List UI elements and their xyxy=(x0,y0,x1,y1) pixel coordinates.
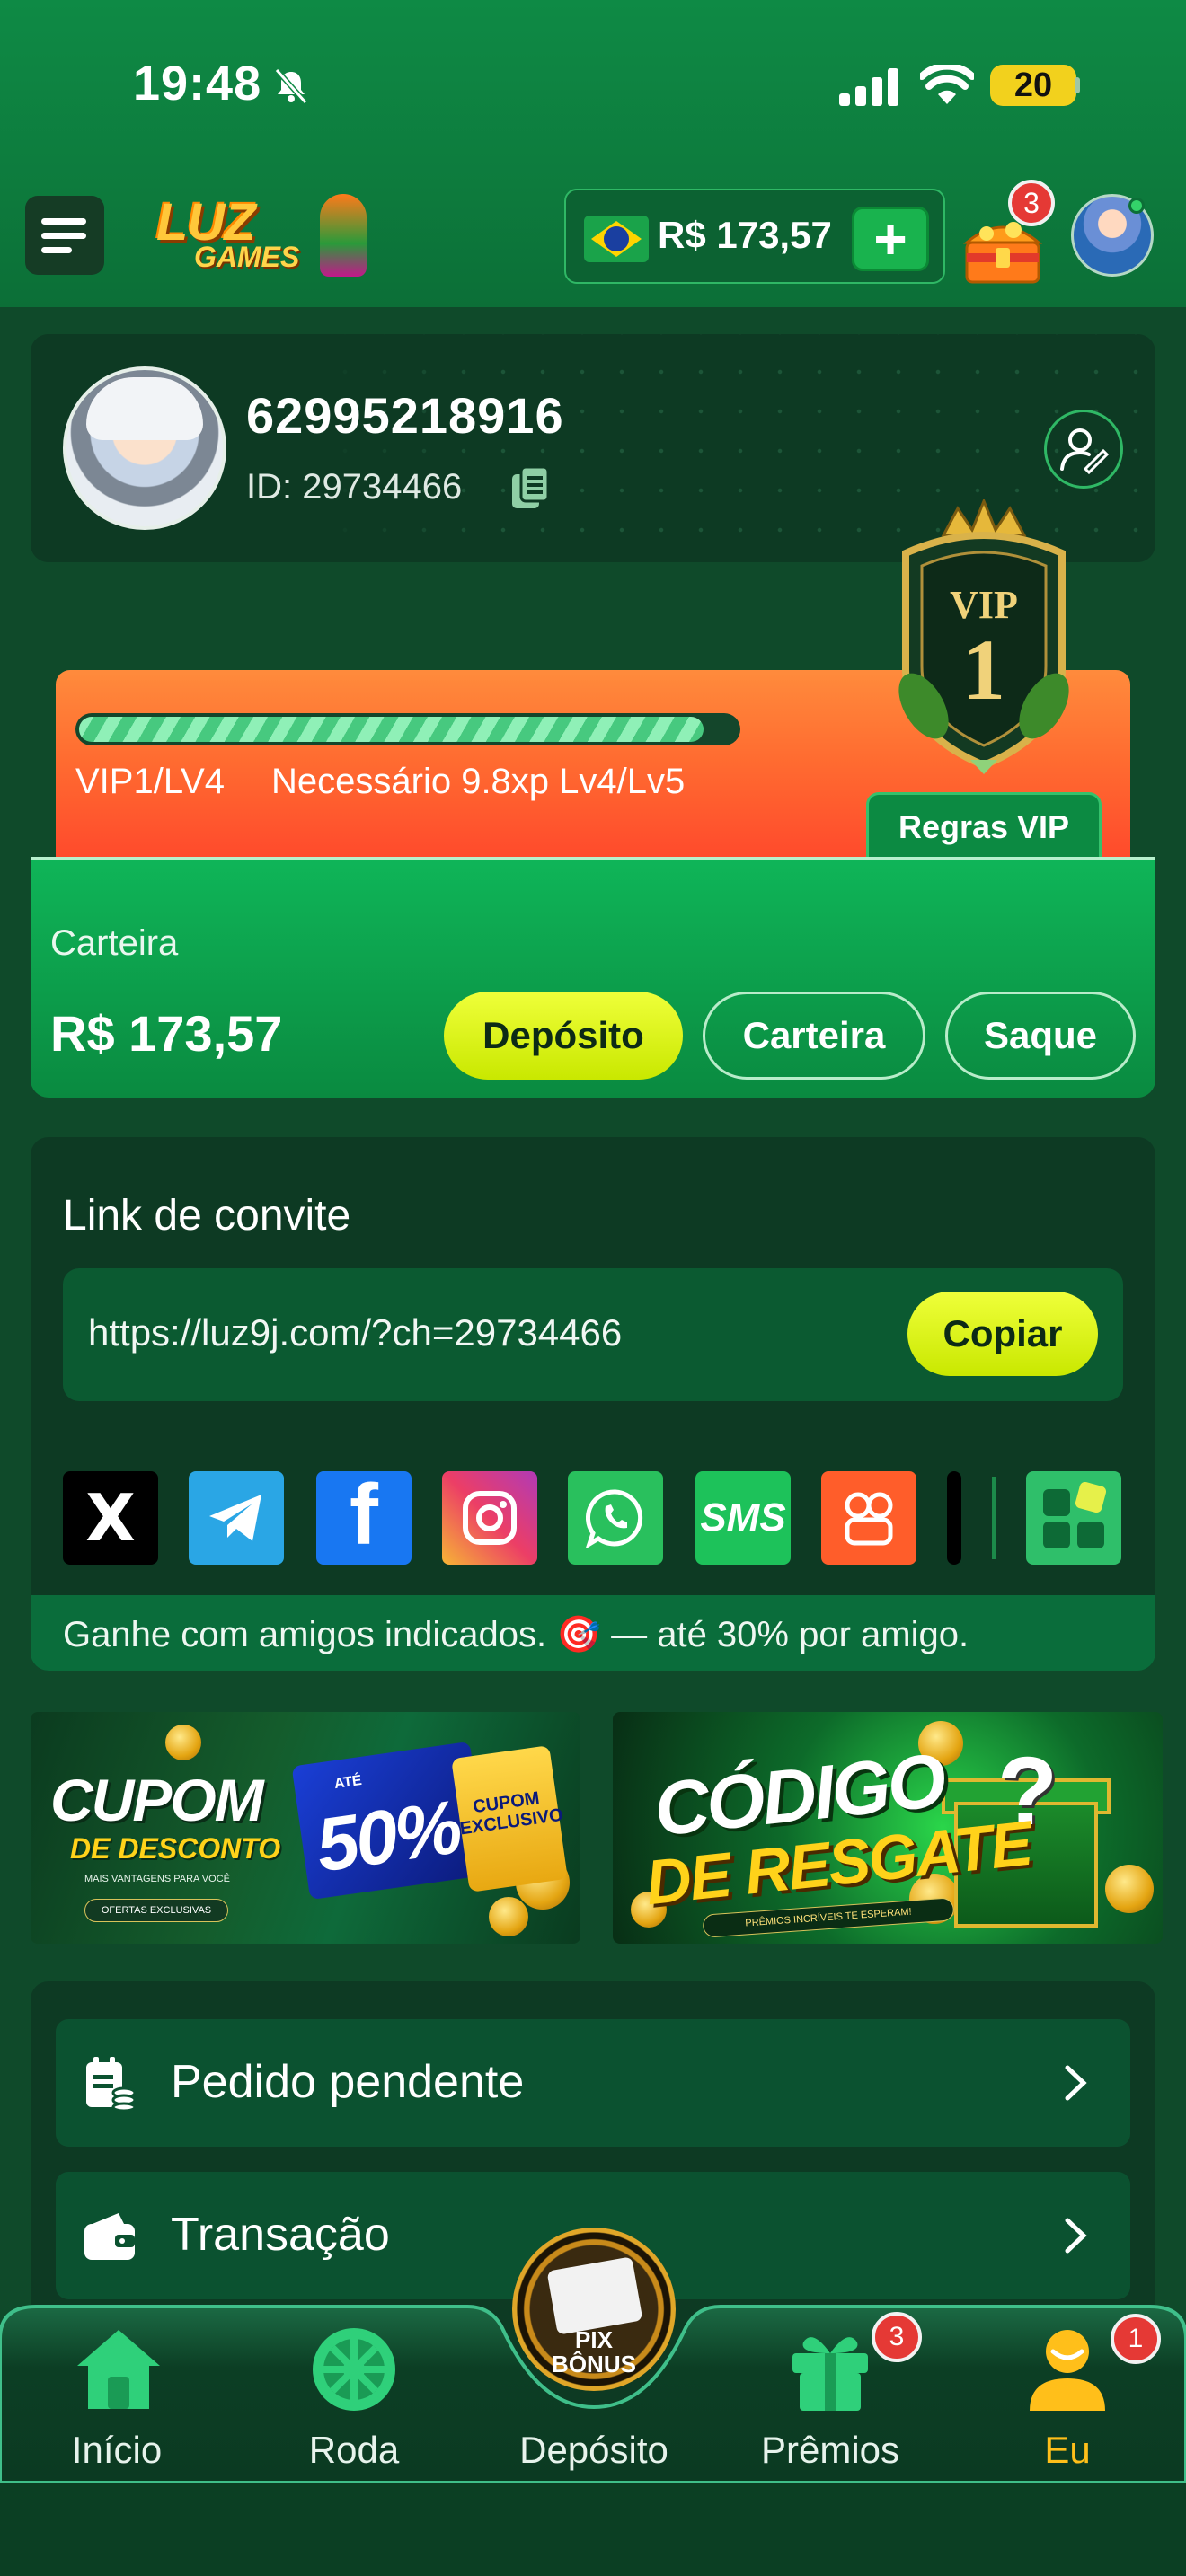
share-kwai-button[interactable] xyxy=(821,1471,916,1565)
wallet-amount: R$ 173,57 xyxy=(50,1005,283,1062)
vip-progress-fill xyxy=(79,717,704,742)
share-telegram-button[interactable] xyxy=(189,1471,284,1565)
copy-link-button[interactable]: Copiar xyxy=(907,1292,1098,1376)
home-indicator-area xyxy=(0,2483,1186,2576)
coupon-banner[interactable]: CUPOM DE DESCONTO MAIS VANTAGENS PARA VO… xyxy=(31,1712,580,1944)
share-facebook-button[interactable]: f xyxy=(316,1471,412,1565)
menu-item-label: Transação xyxy=(171,2209,390,2261)
telegram-icon xyxy=(209,1495,261,1541)
invite-link[interactable]: https://luz9j.com/?ch=29734466 xyxy=(88,1311,622,1354)
pix-label-line2: BÔNUS xyxy=(552,2351,636,2378)
share-x-button[interactable]: X xyxy=(63,1471,158,1565)
menu-button[interactable] xyxy=(25,196,104,275)
wallet-label: Carteira xyxy=(50,923,179,963)
chevron-right-icon xyxy=(1065,2065,1087,2101)
home-icon xyxy=(77,2330,160,2409)
nav-home-label: Início xyxy=(71,2429,163,2471)
gift-icon xyxy=(792,2337,868,2411)
chest-notification-badge: 3 xyxy=(1008,180,1055,226)
coin-decoration xyxy=(1105,1865,1154,1913)
wifi-icon xyxy=(920,65,974,104)
vip-badge-level: 1 xyxy=(962,622,1005,718)
coin-decoration xyxy=(489,1897,528,1936)
share-instagram-button[interactable] xyxy=(442,1471,537,1565)
profile-id: ID: 29734466 xyxy=(246,467,463,507)
coin-decoration xyxy=(165,1725,201,1760)
pix-label-line1: PIX xyxy=(575,2326,613,2353)
kwai-icon xyxy=(845,1492,893,1546)
app-header: LUZ GAMES R$ 173,57 + 3 xyxy=(0,162,1186,307)
nav-deposit-label: Depósito xyxy=(519,2429,668,2471)
battery-indicator: 20 xyxy=(990,65,1076,106)
invite-note: Ganhe com amigos indicados. 🎯 — até 30% … xyxy=(63,1615,969,1654)
coupon-subtitle: DE DESCONTO xyxy=(70,1832,281,1865)
vip-badge-label: VIP xyxy=(950,583,1018,627)
vip-rules-button[interactable]: Regras VIP xyxy=(866,792,1102,859)
prizes-badge: 3 xyxy=(872,2312,922,2362)
add-funds-button[interactable]: + xyxy=(852,207,929,271)
bell-muted-icon xyxy=(274,68,308,104)
wallet-icon xyxy=(84,2213,135,2260)
pix-bonus-label: PIX BÔNUS xyxy=(512,2326,676,2378)
nav-prizes-label: Prêmios xyxy=(760,2429,900,2471)
coupon-tagline: MAIS VANTAGENS PARA VOCÊ xyxy=(84,1874,230,1884)
coupon-pill: OFERTAS EXCLUSIVAS xyxy=(84,1899,228,1922)
profile-phone: 62995218916 xyxy=(246,387,564,444)
wallet-button[interactable]: Carteira xyxy=(703,992,925,1080)
nav-me-label: Eu xyxy=(1044,2429,1091,2471)
me-badge: 1 xyxy=(1111,2314,1161,2364)
menu-item-pending-order[interactable]: Pedido pendente xyxy=(56,2019,1130,2147)
brazil-flag-icon xyxy=(584,216,649,262)
vip-level-text: VIP1/LV4 xyxy=(75,762,226,801)
deposit-button[interactable]: Depósito xyxy=(444,992,683,1080)
online-status-dot xyxy=(1128,198,1145,214)
wheel-icon xyxy=(313,2328,395,2411)
user-edit-icon xyxy=(1060,428,1109,474)
x-logo-icon: X xyxy=(85,1480,136,1556)
header-balance-value: R$ 173,57 xyxy=(658,214,832,256)
chevron-right-icon xyxy=(1065,2218,1087,2254)
redeem-code-banner[interactable]: ? CÓDIGO DE RESGATE PRÊMIOS INCRÍVEIS TE… xyxy=(613,1712,1163,1944)
signal-icon xyxy=(839,68,898,106)
nav-wheel-label: Roda xyxy=(308,2429,400,2471)
pending-order-icon xyxy=(86,2057,137,2111)
vip-badge-icon: VIP 1 xyxy=(898,499,1069,774)
share-divider xyxy=(992,1477,996,1559)
withdraw-button[interactable]: Saque xyxy=(945,992,1136,1080)
status-time: 19:48 xyxy=(133,57,262,110)
whatsapp-icon xyxy=(586,1489,643,1548)
apps-grid-icon xyxy=(1043,1482,1107,1548)
instagram-icon xyxy=(463,1491,517,1545)
share-more-partial[interactable] xyxy=(947,1471,961,1565)
coupon-title: CUPOM xyxy=(50,1767,264,1833)
share-sms-button[interactable]: SMS xyxy=(695,1471,791,1565)
vip-needed-text: Necessário 9.8xp Lv4/Lv5 xyxy=(271,762,686,801)
battery-tip xyxy=(1075,77,1080,93)
share-whatsapp-button[interactable] xyxy=(568,1471,663,1565)
logo-text-games: GAMES xyxy=(194,241,300,273)
facebook-icon: f xyxy=(350,1471,378,1563)
vip-progress-bar xyxy=(75,713,740,745)
share-app-button[interactable] xyxy=(1026,1471,1121,1565)
menu-item-label: Pedido pendente xyxy=(171,2056,525,2108)
invite-title: Link de convite xyxy=(63,1192,351,1239)
copy-id-icon[interactable] xyxy=(510,465,550,510)
app-logo[interactable]: LUZ GAMES xyxy=(153,189,368,287)
user-icon xyxy=(1030,2330,1105,2411)
header-balance[interactable]: R$ 173,57 + xyxy=(564,189,945,284)
logo-parrot-icon xyxy=(320,194,367,277)
edit-profile-button[interactable] xyxy=(1044,410,1123,489)
